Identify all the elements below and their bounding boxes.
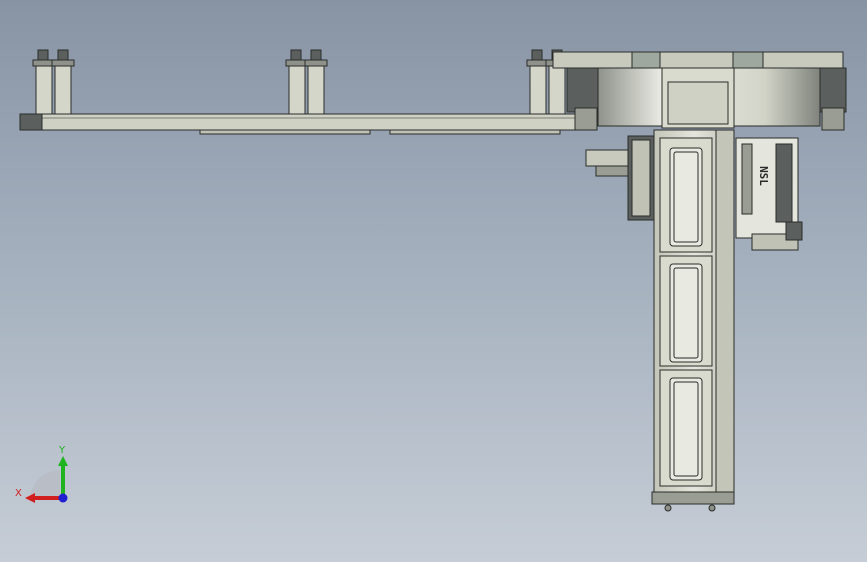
vendor-mark: NSL xyxy=(757,166,770,186)
support-leg-middle[interactable] xyxy=(285,49,328,115)
x-axis-label: X xyxy=(15,488,22,499)
door-panel-middle[interactable] xyxy=(659,255,713,367)
cad-viewport[interactable]: NSL Y X xyxy=(0,0,867,562)
conveyor-beam[interactable] xyxy=(19,113,588,135)
door-panel-top[interactable] xyxy=(659,137,713,253)
assembly-view[interactable]: NSL Y X xyxy=(0,0,867,562)
rotary-table[interactable] xyxy=(552,51,847,131)
y-axis-label: Y xyxy=(58,445,66,456)
drive-unit[interactable] xyxy=(735,137,803,251)
axis-triad[interactable]: Y X xyxy=(15,445,68,503)
pick-arm[interactable] xyxy=(585,135,655,221)
door-panel-bottom[interactable] xyxy=(659,369,713,487)
support-leg-left[interactable] xyxy=(32,49,75,115)
